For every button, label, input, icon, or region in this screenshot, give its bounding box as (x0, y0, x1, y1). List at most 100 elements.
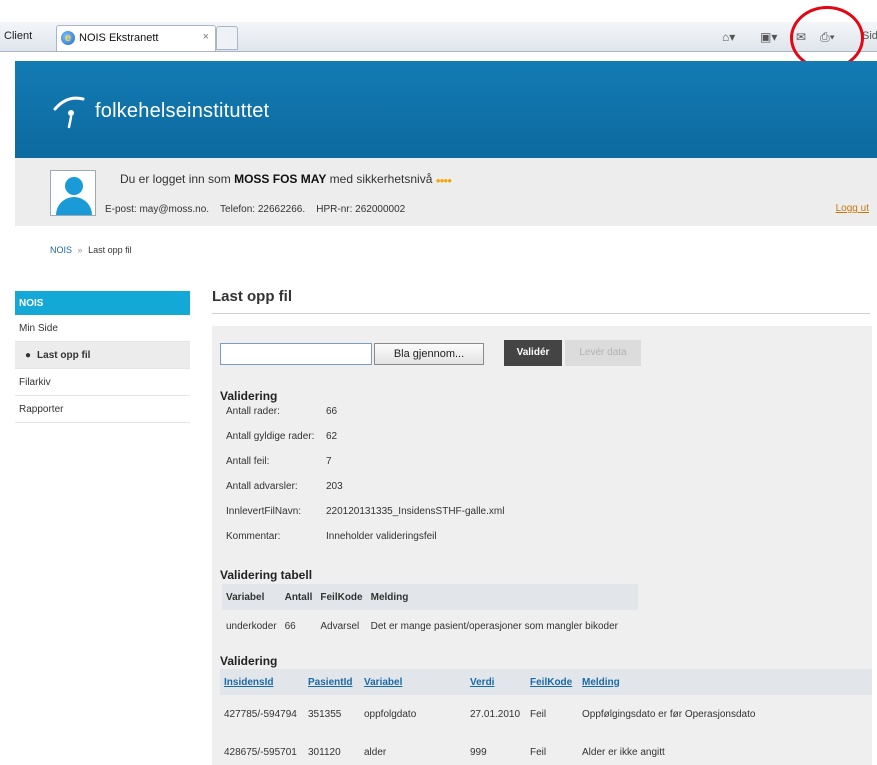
sidebar-item-filarkiv[interactable]: Filarkiv (15, 369, 190, 396)
browser-tab-previous[interactable]: Client (4, 30, 32, 42)
upload-panel: Bla gjennom... Validér Levér data Valide… (212, 326, 872, 765)
breadcrumb-separator: » (77, 245, 83, 255)
validation-value: 220120131335_InsidensSTHF-galle.xml (326, 506, 505, 517)
table-cell: alder (364, 746, 387, 758)
validation-row: InnlevertFilNavn: 220120131335_InsidensST… (226, 506, 504, 517)
table-cell: 428675/-595701 (224, 746, 297, 758)
sort-variabel-link[interactable]: Variabel (360, 669, 466, 695)
table-row: underkoder 66 Advarsel Det er mange pasi… (222, 610, 638, 642)
validation-value: 7 (326, 456, 332, 467)
validation-row: Antall gyldige rader: 62 (226, 431, 337, 442)
browser-tab-active[interactable]: e NOIS Ekstranett × (56, 25, 216, 51)
avatar (50, 170, 96, 216)
validation-summary-table: Variabel Antall FeilKode Melding underko… (222, 584, 639, 642)
home-icon[interactable]: ⌂▾ (722, 30, 735, 44)
breadcrumb: NOIS » Last opp fil (50, 245, 132, 255)
table-cell: Feil (530, 746, 547, 758)
site-logo-text[interactable]: folkehelseinstituttet (95, 100, 269, 123)
validation-value: Inneholder valideringsfeil (326, 531, 437, 542)
validation-row: Antall rader: 66 (226, 406, 337, 417)
table-cell: Det er mange pasient/operasjoner som man… (370, 620, 618, 632)
sort-pasientid-link[interactable]: PasientId (304, 669, 360, 695)
validation-section-title: Validering (220, 389, 278, 403)
validation-table-title: Validering tabell (220, 568, 313, 582)
validation-value: 66 (326, 406, 338, 417)
validation-key: Antall rader: (226, 406, 280, 417)
email-value: may@moss.no. (139, 204, 210, 215)
table-header-row: InsidensId PasientId Variabel Verdi Feil… (220, 669, 872, 695)
table-cell: Alder er ikke angitt (582, 746, 665, 758)
column-header: Antall (284, 591, 313, 603)
phone-value: 22662266. (257, 204, 306, 215)
validation-key: InnlevertFilNavn: (226, 506, 302, 517)
feeds-icon[interactable]: ▣▾ (760, 30, 777, 44)
deliver-data-button: Levér data (565, 340, 641, 366)
hpr-value: 262000002 (355, 204, 406, 215)
ie-favicon-icon: e (61, 31, 75, 45)
sidebar-item-label: Last opp fil (37, 350, 91, 361)
table-cell: Advarsel (320, 620, 360, 632)
validation-row: Kommentar: Inneholder valideringsfeil (226, 531, 437, 542)
sort-feilkode-link[interactable]: FeilKode (526, 669, 578, 695)
sidebar-header[interactable]: NOIS (15, 291, 190, 315)
contact-info: E-post: may@moss.no. Telefon: 22662266. … (105, 204, 405, 215)
validation-row: Antall advarsler: 203 (226, 481, 343, 492)
close-tab-icon[interactable]: × (203, 31, 209, 43)
validation-detail-title: Validering (220, 654, 278, 668)
validation-detail-table: InsidensId PasientId Variabel Verdi Feil… (220, 669, 872, 765)
title-divider (212, 313, 870, 314)
column-header: Variabel (226, 591, 265, 603)
table-cell: Feil (530, 708, 547, 720)
fhi-logo-icon (53, 96, 85, 129)
sort-melding-link[interactable]: Melding (578, 669, 872, 695)
sidebar-item-label: Filarkiv (19, 377, 51, 388)
avatar-head (65, 177, 83, 195)
email-label: E-post: (105, 204, 137, 215)
validation-key: Antall gyldige rader: (226, 431, 315, 442)
browse-button[interactable]: Bla gjennom... (374, 343, 484, 365)
logged-in-text: Du er logget inn som MOSS FOS MAY med si… (120, 172, 452, 186)
sidebar-item-label: Rapporter (19, 404, 64, 415)
validation-key: Kommentar: (226, 531, 281, 542)
page-menu-label[interactable]: Sid (862, 30, 877, 42)
column-header: FeilKode (320, 591, 363, 603)
sidebar-item-rapporter[interactable]: Rapporter (15, 396, 190, 423)
validation-key: Antall feil: (226, 456, 270, 467)
sidebar-item-min-side[interactable]: Min Side (15, 315, 190, 342)
user-info-bar: Du er logget inn som MOSS FOS MAY med si… (15, 158, 877, 226)
security-level-stars: ●●●● (435, 176, 452, 185)
validation-key: Antall advarsler: (226, 481, 298, 492)
validation-value: 203 (326, 481, 343, 492)
table-cell: underkoder (226, 620, 277, 632)
sidebar-nav: NOIS Min Side ● Last opp fil Filarkiv Rap… (15, 291, 190, 423)
logged-in-prefix: Du er logget inn som (120, 172, 231, 186)
breadcrumb-current: Last opp fil (88, 245, 132, 255)
validation-value: 62 (326, 431, 338, 442)
table-cell: 427785/-594794 (224, 708, 297, 720)
page-title: Last opp fil (212, 288, 292, 305)
sort-verdi-link[interactable]: Verdi (466, 669, 526, 695)
security-level-label: med sikkerhetsnivå (329, 172, 433, 186)
breadcrumb-home-link[interactable]: NOIS (50, 245, 72, 255)
validate-button[interactable]: Validér (504, 340, 562, 366)
sidebar-item-label: Min Side (19, 323, 58, 334)
logout-link[interactable]: Logg ut (836, 203, 869, 214)
sort-insidensid-link[interactable]: InsidensId (220, 669, 304, 695)
table-cell: 66 (284, 620, 296, 632)
table-cell: Oppfølgingsdato er før Operasjonsdato (582, 708, 756, 720)
table-cell: 27.01.2010 (470, 708, 521, 720)
table-cell: 301120 (308, 746, 341, 758)
browser-tab-bar: Client e NOIS Ekstranett × ⌂▾ ▣▾ ✉ ⎙▾ Si… (0, 22, 877, 52)
phone-label: Telefon: (220, 204, 256, 215)
sidebar-item-last-opp-fil[interactable]: ● Last opp fil (15, 342, 190, 369)
table-cell: 351355 (308, 708, 342, 720)
table-row: 427785/-594794 351355 oppfolgdato 27.01.… (220, 695, 872, 733)
user-name: MOSS FOS MAY (234, 172, 327, 186)
validation-row: Antall feil: 7 (226, 456, 332, 467)
file-path-input[interactable] (220, 343, 372, 365)
site-header: folkehelseinstituttet (15, 61, 877, 158)
new-tab-button[interactable] (216, 26, 238, 50)
table-cell: oppfolgdato (364, 708, 417, 720)
bullet-icon: ● (25, 350, 32, 361)
table-cell: 999 (470, 746, 487, 758)
